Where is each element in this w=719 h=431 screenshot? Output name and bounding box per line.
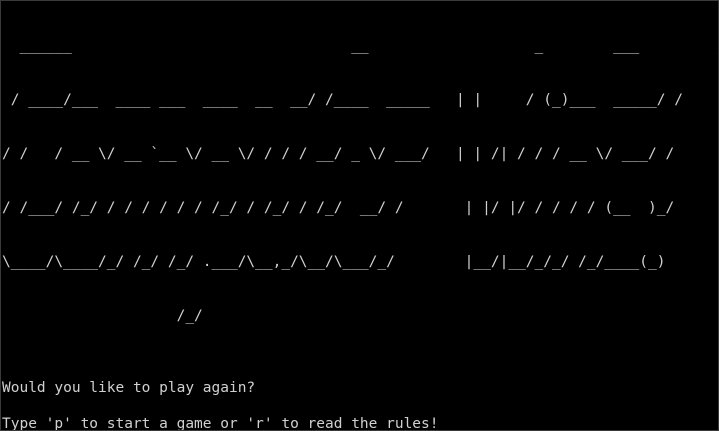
banner-line: / ____/___ ____ ___ ____ __ __/ /____ __… [2, 92, 683, 108]
terminal-window[interactable]: ______ __ _ ___ __ / ____/___ ____ ___ _… [0, 0, 719, 431]
ascii-banner: ______ __ _ ___ __ / ____/___ ____ ___ _… [2, 1, 718, 361]
banner-line: \____/\____/_/ /_/ /_/ .___/\__,_/\__/\_… [2, 254, 692, 270]
play-again-question: Would you like to play again? [2, 380, 256, 396]
terminal-screen: ______ __ _ ___ __ / ____/___ ____ ___ _… [2, 1, 718, 431]
banner-line: / / / __ \/ __ `__ \/ __ \/ / / / __/ _ … [2, 146, 683, 162]
banner-line: ______ __ _ ___ __ [2, 38, 719, 54]
instruction-text: Type 'p' to start a game or 'r' to read … [2, 416, 439, 431]
banner-line: / /___/ /_/ / / / / / / /_/ / /_/ / /_/ … [2, 200, 692, 216]
banner-line: /_/ [2, 308, 203, 324]
